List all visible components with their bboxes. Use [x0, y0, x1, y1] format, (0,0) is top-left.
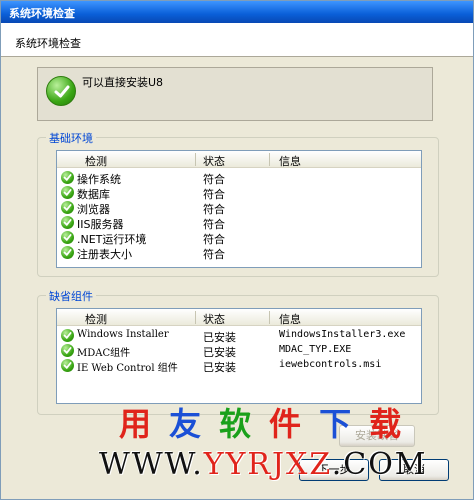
column-header-info[interactable]: 信息: [279, 153, 301, 168]
list-header: 检测 状态 信息: [57, 151, 421, 168]
column-header-status[interactable]: 状态: [203, 153, 225, 168]
watermark-brand: 用友软件下载: [119, 399, 419, 445]
components-list[interactable]: 检测 状态 信息 Windows Installer 已安装 WindowsInst…: [56, 308, 422, 404]
basic-env-list[interactable]: 检测 状态 信息 操作系统 符合 数据库 符合 浏览器 符合 IIS服务器 符合 .NET运行环…: [56, 150, 422, 268]
watermark-url-suffix: .COM: [331, 447, 428, 482]
item-name: Windows Installer: [77, 329, 169, 340]
check-circle-icon: [61, 201, 74, 214]
watermark-url-prefix: WWW.: [99, 447, 204, 482]
check-circle-icon: [61, 344, 74, 357]
check-circle-icon: [61, 329, 74, 342]
list-item[interactable]: IIS服务器 符合: [57, 215, 421, 231]
watermark-char: 友: [169, 405, 220, 443]
check-circle-icon: [61, 246, 74, 259]
column-divider: [269, 153, 270, 166]
item-info: WindowsInstaller3.exe: [279, 329, 406, 340]
list-item[interactable]: IE Web Control 组件 已安装 iewebcontrols.msi: [57, 358, 421, 374]
item-name: MDAC组件: [77, 348, 131, 359]
status-panel: 可以直接安装U8: [37, 67, 433, 121]
watermark-url-domain: YYRJXZ: [203, 447, 332, 482]
list-item[interactable]: 浏览器 符合: [57, 200, 421, 216]
column-header-check[interactable]: 检测: [85, 311, 107, 326]
basic-env-group: 基础环境 检测 状态 信息 操作系统 符合 数据库 符合 浏览器 符合 IIS服务器 符合 .N…: [37, 130, 439, 277]
list-item[interactable]: 操作系统 符合: [57, 170, 421, 186]
components-legend: 缺省组件: [46, 288, 96, 304]
column-divider: [269, 311, 270, 324]
check-circle-icon: [61, 216, 74, 229]
list-header: 检测 状态 信息: [57, 309, 421, 326]
watermark-char: 软: [219, 405, 270, 443]
item-status: 已安装: [203, 361, 236, 374]
window-title: 系统环境检查: [9, 7, 75, 20]
components-group: 缺省组件 检测 状态 信息 Windows Installer 已安装 Window…: [37, 288, 439, 415]
list-item[interactable]: Windows Installer 已安装 WindowsInstaller3.ex…: [57, 328, 421, 344]
watermark-char: 用: [119, 405, 170, 443]
list-item[interactable]: 数据库 符合: [57, 185, 421, 201]
window: 系统环境检查 系统环境检查 可以直接安装U8 基础环境 检测 状态 信息 操作系…: [0, 0, 474, 500]
watermark-url: WWW.YYRJXZ.COM: [99, 447, 428, 482]
item-status: 符合: [203, 248, 225, 261]
basic-env-legend: 基础环境: [46, 130, 96, 146]
column-divider: [195, 311, 196, 324]
watermark-char: 载: [369, 405, 420, 443]
check-circle-icon: [61, 359, 74, 372]
page-header: 系统环境检查: [1, 23, 473, 57]
list-item[interactable]: 注册表大小 符合: [57, 245, 421, 261]
item-info: iewebcontrols.msi: [279, 359, 382, 370]
page-title: 系统环境检查: [15, 37, 81, 50]
watermark-char: 下: [319, 405, 370, 443]
title-bar: 系统环境检查: [1, 1, 473, 23]
check-circle-icon: [61, 171, 74, 184]
check-circle-icon: [46, 76, 76, 106]
item-name: 注册表大小: [77, 248, 132, 261]
watermark-char: 件: [269, 405, 320, 443]
column-header-status[interactable]: 状态: [203, 311, 225, 326]
list-item[interactable]: .NET运行环境 符合: [57, 230, 421, 246]
item-info: MDAC_TYP.EXE: [279, 344, 352, 355]
check-circle-icon: [61, 186, 74, 199]
column-divider: [195, 153, 196, 166]
item-name: IE Web Control 组件: [77, 363, 178, 374]
column-header-check[interactable]: 检测: [85, 153, 107, 168]
column-header-info[interactable]: 信息: [279, 311, 301, 326]
status-message: 可以直接安装U8: [82, 76, 164, 89]
check-circle-icon: [61, 231, 74, 244]
list-item[interactable]: MDAC组件 已安装 MDAC_TYP.EXE: [57, 343, 421, 359]
